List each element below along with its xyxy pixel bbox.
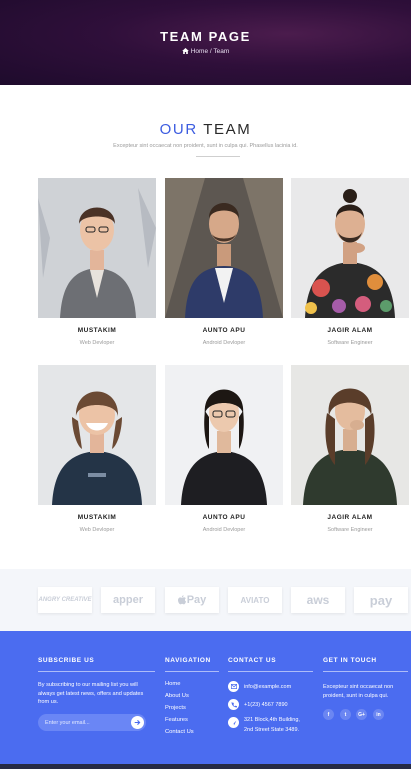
apple-icon [177, 595, 186, 605]
brand-logo-text: Pay [186, 594, 207, 606]
footer-divider [228, 671, 313, 672]
facebook-icon[interactable]: f [323, 709, 334, 720]
contact-address-line2: 2nd Street State 3489. [244, 727, 300, 733]
member-name: AUNTO APU [202, 327, 246, 334]
member-name: JAGIR ALAM [327, 327, 373, 334]
footer-divider [323, 671, 408, 672]
footer-navigation-title: NAVIGATION [165, 657, 211, 664]
team-card[interactable]: JAGIR ALAM Software Engineer [291, 365, 409, 533]
footer-nav-features[interactable]: Features [165, 717, 188, 723]
member-name: MUSTAKIM [77, 327, 117, 334]
footer-contact-title: CONTACT US [228, 657, 277, 664]
contact-address-line1: 321 Block,4th Building, [244, 717, 300, 723]
brand-logo[interactable]: pay [354, 587, 408, 613]
section-divider [196, 156, 240, 157]
member-name: JAGIR ALAM [327, 514, 373, 521]
breadcrumb[interactable]: Home / Team [0, 48, 411, 55]
member-name: MUSTAKIM [77, 514, 117, 521]
team-card[interactable]: AUNTO APU Android Devloper [165, 178, 283, 346]
touch-text: Excepteur sint occaecat non proident, su… [323, 684, 394, 699]
footer-subscribe-title: SUBSCRIBE US [38, 657, 95, 664]
brand-logo[interactable]: Pay [165, 587, 219, 613]
page-title: TEAM PAGE [160, 29, 251, 44]
site-footer: SUBSCRIBE US By subscribing to our maili… [0, 631, 411, 769]
contact-email[interactable]: info@example.com [244, 683, 291, 691]
member-photo [165, 178, 283, 318]
member-role: Web Devloper [79, 527, 115, 533]
member-role: Android Devloper [202, 340, 246, 346]
brand-logo[interactable]: apper [101, 587, 155, 613]
member-photo [38, 178, 156, 318]
breadcrumb-text: Home / Team [190, 48, 230, 55]
phone-icon [228, 699, 239, 710]
twitter-icon[interactable]: t [340, 709, 351, 720]
footer-nav-contact[interactable]: Contact Us [165, 729, 194, 735]
brand-logo[interactable]: AVIATO [228, 587, 282, 613]
arrow-right-icon [134, 720, 141, 725]
member-photo [291, 365, 409, 505]
subscribe-form [38, 714, 146, 731]
subscribe-button[interactable] [131, 716, 144, 729]
brand-logo[interactable]: aws [291, 587, 345, 613]
member-role: Software Engineer [327, 340, 373, 346]
email-input[interactable] [45, 717, 125, 728]
member-name: AUNTO APU [202, 514, 246, 521]
subscribe-text: By subscribing to our mailing list you w… [38, 682, 144, 705]
section-title: OUR TEAM [0, 121, 411, 138]
team-card[interactable]: MUSTAKIM Web Devloper [38, 178, 156, 346]
google-plus-icon[interactable]: G+ [356, 709, 367, 720]
mail-icon [228, 681, 239, 692]
member-role: Android Devloper [202, 527, 246, 533]
location-icon [228, 717, 239, 728]
member-role: Software Engineer [327, 527, 373, 533]
team-card[interactable]: MUSTAKIM Web Devloper [38, 365, 156, 533]
home-icon [181, 48, 189, 54]
section-title-rest: TEAM [203, 121, 252, 138]
footer-divider [165, 671, 219, 672]
footer-bottom-bar [0, 764, 411, 769]
page-header-banner: TEAM PAGE Home / Team [0, 0, 411, 85]
footer-nav-projects[interactable]: Projects [165, 705, 186, 711]
member-photo [38, 365, 156, 505]
brand-logos-strip: ANGRY CREATIVE apper Pay AVIATO aws pay [0, 569, 411, 631]
footer-divider [38, 671, 155, 672]
section-subtitle: Excepteur sint occaecat non proident, su… [113, 143, 298, 149]
brand-logo[interactable]: ANGRY CREATIVE [38, 587, 92, 613]
member-photo [291, 178, 409, 318]
member-photo [165, 365, 283, 505]
team-card[interactable]: JAGIR ALAM Software Engineer [291, 178, 409, 346]
linkedin-icon[interactable]: in [373, 709, 384, 720]
footer-nav-about[interactable]: About Us [165, 693, 189, 699]
team-card[interactable]: AUNTO APU Android Devloper [165, 365, 283, 533]
section-title-accent: OUR [159, 121, 198, 138]
footer-touch-title: GET IN TOUCH [323, 657, 377, 664]
member-role: Web Devloper [79, 340, 115, 346]
contact-phone[interactable]: +1(23) 4567 7890 [244, 701, 288, 709]
footer-nav-home[interactable]: Home [165, 681, 180, 687]
